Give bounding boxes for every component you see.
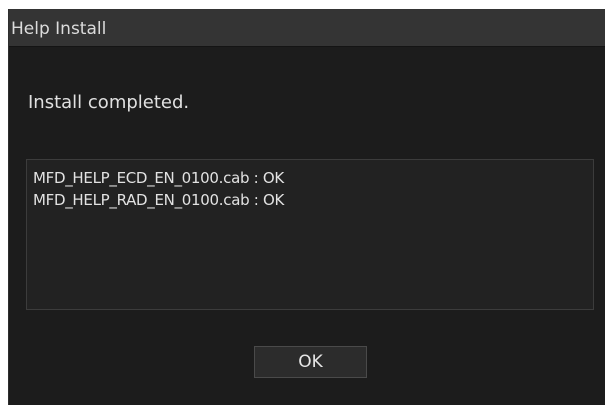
- dialog-title: Help Install: [11, 19, 107, 39]
- ok-button[interactable]: OK: [254, 346, 367, 378]
- title-bar: Help Install: [9, 9, 605, 47]
- status-message: Install completed.: [28, 92, 190, 113]
- install-results-list: MFD_HELP_ECD_EN_0100.cab : OK MFD_HELP_R…: [26, 159, 594, 310]
- help-install-dialog: Help Install Install completed. MFD_HELP…: [8, 9, 605, 405]
- list-item: MFD_HELP_ECD_EN_0100.cab : OK: [33, 169, 284, 187]
- list-item: MFD_HELP_RAD_EN_0100.cab : OK: [33, 191, 285, 209]
